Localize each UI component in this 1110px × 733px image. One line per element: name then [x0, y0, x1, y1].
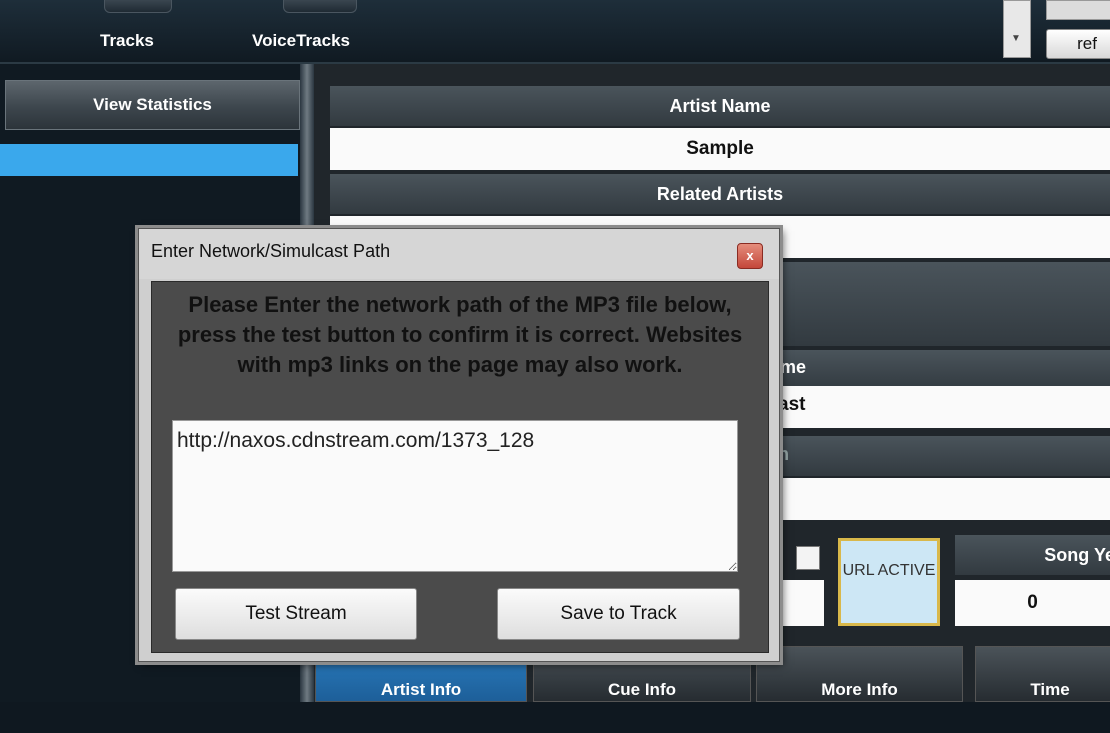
name-field-value: ast: [778, 394, 806, 415]
toolbar-button-top[interactable]: [1046, 0, 1110, 20]
save-to-track-button[interactable]: Save to Track: [497, 588, 740, 640]
song-year-field[interactable]: 0: [955, 580, 1110, 626]
artist-name-header: Artist Name: [330, 86, 1110, 126]
url-active-button[interactable]: URL ACTIVE: [838, 538, 940, 626]
dialog-title: Enter Network/Simulcast Path: [151, 241, 391, 261]
scrollbar[interactable]: [1003, 0, 1031, 58]
close-icon[interactable]: x: [737, 243, 763, 269]
dialog-message: Please Enter the network path of the MP3…: [177, 292, 743, 377]
scroll-down-arrow-icon[interactable]: ▼: [1003, 30, 1029, 48]
test-stream-button[interactable]: Test Stream: [175, 588, 417, 640]
song-year-header: Song Yea: [955, 535, 1110, 575]
active-checkbox[interactable]: [796, 546, 820, 570]
voicetracks-button-top[interactable]: [283, 0, 357, 13]
name-header-label: me: [780, 357, 807, 377]
selected-list-item[interactable]: [0, 144, 298, 176]
related-artists-header: Related Artists: [330, 174, 1110, 214]
tab-voicetracks[interactable]: VoiceTracks: [252, 31, 350, 51]
network-path-input[interactable]: http://naxos.cdnstream.com/1373_128: [172, 420, 738, 572]
refresh-button[interactable]: ref: [1046, 29, 1110, 59]
network-path-dialog: Enter Network/Simulcast Path x Please En…: [138, 228, 780, 662]
tab-time[interactable]: Time: [975, 646, 1110, 702]
tab-more-info[interactable]: More Info: [756, 646, 963, 702]
tab-tracks[interactable]: Tracks: [100, 31, 154, 51]
artist-name-field[interactable]: Sample: [330, 128, 1110, 170]
dialog-body: Please Enter the network path of the MP3…: [151, 281, 769, 653]
view-statistics-button[interactable]: View Statistics: [5, 80, 300, 130]
tracks-button-top[interactable]: [104, 0, 172, 13]
